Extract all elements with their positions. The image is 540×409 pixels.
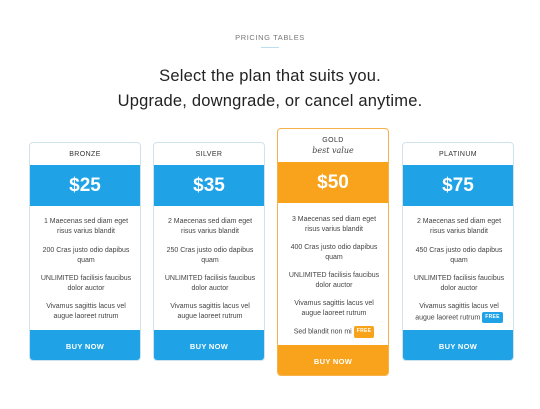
plan-card-platinum: PLATINUM $75 2 Maecenas sed diam eget ri… [402,142,514,361]
plan-price: $75 [442,174,474,196]
price-band: $25 [30,165,140,206]
plan-name: SILVER [195,151,223,158]
buy-now-button[interactable]: BUY NOW [403,330,513,360]
plan-tagline: best value [312,146,354,155]
feature-item: 250 Cras justo odio dapibus quam [166,247,254,264]
plan-card-gold: GOLD best value $50 3 Maecenas sed diam … [277,128,389,376]
plan-name: BRONZE [69,151,101,158]
headline-line-1: Select the plan that suits you. [159,67,381,85]
plan-price: $50 [317,171,349,193]
feature-item: 2 Maecenas sed diam eget risus varius bl… [167,218,253,235]
feature-item: Sed blandit non mi FREE [284,326,384,338]
plan-card-silver: SILVER $35 2 Maecenas sed diam eget risu… [153,142,265,361]
feature-text: Sed blandit non mi [293,328,352,336]
free-badge: FREE [353,326,375,338]
section-eyebrow: PRICING TABLES [235,33,305,42]
plan-price: $35 [193,174,225,196]
feature-item: 400 Cras justo odio dapibus quam [290,244,378,261]
feature-item: 200 Cras justo odio dapibus quam [42,247,130,264]
buy-now-button[interactable]: BUY NOW [278,345,388,375]
plan-name: PLATINUM [438,151,478,158]
headline-line-2: Upgrade, downgrade, or cancel anytime. [117,92,423,110]
plan-name: GOLD [322,137,344,144]
price-band: $35 [154,165,264,206]
feature-item: 3 Maecenas sed diam eget risus varius bl… [291,216,377,233]
buy-now-button[interactable]: BUY NOW [154,330,264,360]
feature-item: Vivamus sagittis lacus vel augue laoreet… [294,300,374,317]
buy-now-button[interactable]: BUY NOW [30,330,140,360]
plan-card-bronze: BRONZE $25 1 Maecenas sed diam eget risu… [29,142,141,361]
feature-item: 1 Maecenas sed diam eget risus varius bl… [43,218,129,235]
plan-price: $25 [69,174,101,196]
feature-item: UNLIMITED facilisis faucibus dolor aucto… [40,275,132,292]
feature-item: UNLIMITED facilisis faucibus dolor aucto… [413,275,505,292]
eyebrow-underline [261,47,279,48]
free-badge: FREE [482,311,503,323]
price-band: $75 [403,165,513,206]
feature-item: Vivamus sagittis lacus vel augue laoreet… [170,303,250,320]
feature-item: UNLIMITED facilisis faucibus dolor aucto… [164,275,256,292]
feature-item: UNLIMITED facilisis faucibus dolor aucto… [288,272,380,289]
price-band: $50 [278,162,388,203]
feature-item: 2 Maecenas sed diam eget risus varius bl… [416,218,502,235]
feature-item: 450 Cras justo odio dapibus quam [415,247,503,264]
feature-item: Vivamus sagittis lacus vel augue laoreet… [46,303,126,320]
feature-item: Vivamus sagittis lacus vel augue laoreet… [409,302,509,323]
